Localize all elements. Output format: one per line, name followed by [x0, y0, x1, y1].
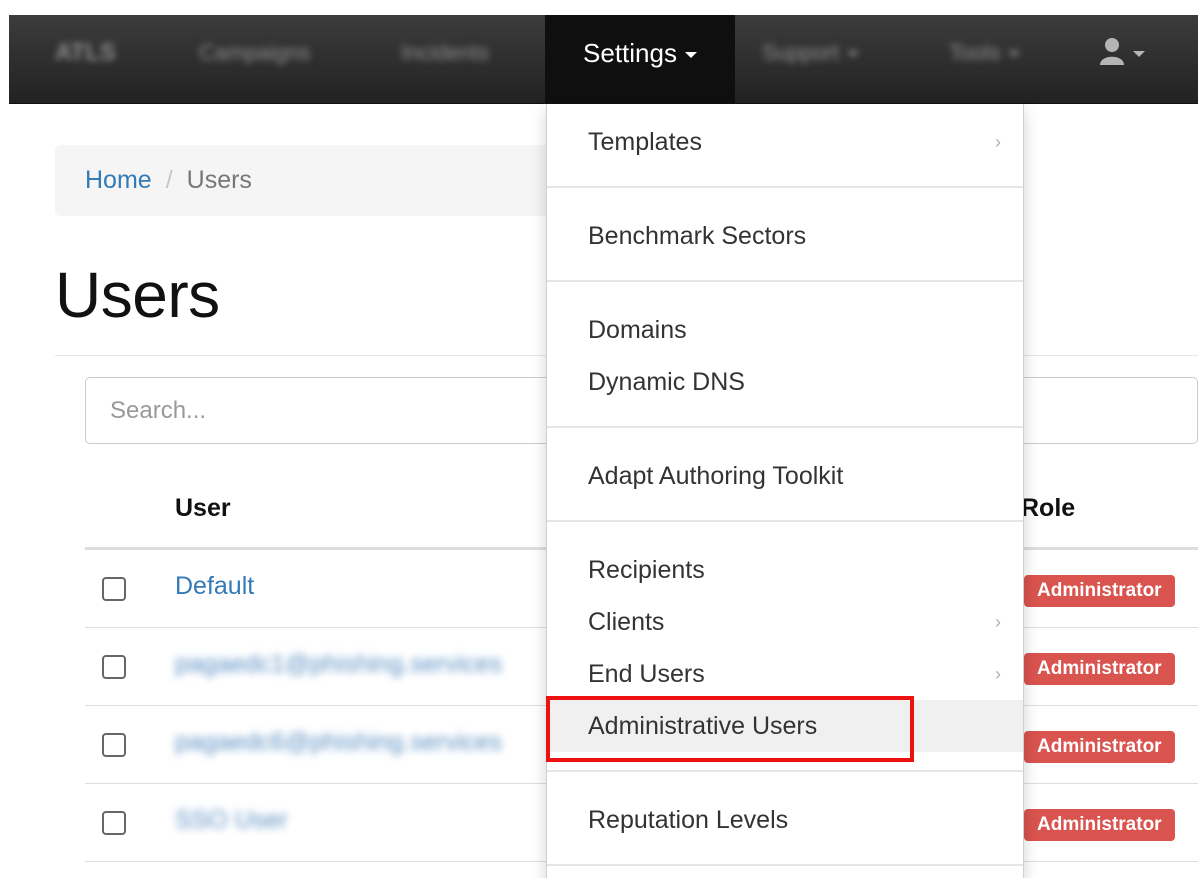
nav-settings-label: Settings: [583, 38, 677, 68]
menu-item-adapt-authoring-toolkit[interactable]: Adapt Authoring Toolkit: [547, 450, 1023, 502]
menu-item-reputation-levels[interactable]: Reputation Levels: [547, 794, 1023, 846]
menu-item-end-users[interactable]: End Users ›: [547, 648, 1023, 700]
row-checkbox[interactable]: [102, 811, 126, 835]
row-checkbox[interactable]: [102, 733, 126, 757]
menu-item-label: End Users: [588, 660, 705, 688]
menu-item-label: Templates: [588, 128, 702, 156]
nav-tools-label: Tools: [949, 40, 1001, 65]
role-badge: Administrator: [1024, 653, 1175, 685]
user-link[interactable]: SSO User: [175, 806, 288, 835]
menu-item-clients[interactable]: Clients ›: [547, 596, 1023, 648]
menu-item-domains[interactable]: Domains: [547, 304, 1023, 356]
menu-item-dynamic-dns[interactable]: Dynamic DNS: [547, 356, 1023, 408]
caret-down-icon: [1008, 51, 1021, 58]
caret-down-icon: [684, 52, 697, 59]
user-link[interactable]: pagaedc1@phishing.services: [175, 650, 502, 679]
user-icon: [1100, 38, 1124, 66]
top-navbar: ATLS Campaigns Incidents Settings Suppor…: [9, 15, 1198, 104]
brand-logo[interactable]: ATLS: [55, 15, 116, 104]
menu-divider: [547, 520, 1023, 522]
nav-settings-dropdown[interactable]: Settings: [545, 15, 735, 104]
row-checkbox[interactable]: [102, 655, 126, 679]
chevron-right-icon: ›: [995, 664, 1001, 684]
nav-incidents[interactable]: Incidents: [401, 15, 489, 104]
chevron-right-icon: ›: [995, 132, 1001, 152]
menu-item-label: Domains: [588, 316, 687, 344]
nav-support-label: Support: [762, 40, 840, 65]
caret-down-icon: [847, 51, 860, 58]
user-link[interactable]: Default: [175, 572, 254, 601]
role-badge: Administrator: [1024, 731, 1175, 763]
breadcrumb-home-link[interactable]: Home: [85, 166, 152, 194]
menu-item-templates[interactable]: Templates ›: [547, 116, 1023, 168]
menu-item-label: Adapt Authoring Toolkit: [588, 462, 844, 490]
nav-campaigns[interactable]: Campaigns: [199, 15, 310, 104]
column-header-user[interactable]: User: [175, 494, 231, 523]
column-header-role[interactable]: Role: [1021, 494, 1075, 523]
highlight-annotation: [546, 696, 914, 762]
caret-down-icon: [1133, 51, 1145, 58]
nav-tools[interactable]: Tools: [949, 15, 1021, 104]
user-link[interactable]: pagaedc6@phishing.services: [175, 728, 502, 757]
menu-item-label: Recipients: [588, 556, 705, 584]
menu-item-label: Dynamic DNS: [588, 368, 745, 396]
menu-item-label: Reputation Levels: [588, 806, 789, 834]
menu-item-benchmark-sectors[interactable]: Benchmark Sectors: [547, 210, 1023, 262]
menu-divider: [547, 280, 1023, 282]
page-title: Users: [55, 259, 220, 331]
menu-divider: [547, 770, 1023, 772]
row-checkbox[interactable]: [102, 577, 126, 601]
role-badge: Administrator: [1024, 809, 1175, 841]
chevron-right-icon: ›: [995, 612, 1001, 632]
role-badge: Administrator: [1024, 575, 1175, 607]
menu-item-label: Benchmark Sectors: [588, 222, 807, 250]
app-frame: ATLS Campaigns Incidents Settings Suppor…: [0, 0, 1198, 878]
breadcrumb-current: Users: [186, 166, 252, 194]
menu-item-label: Clients: [588, 608, 665, 636]
menu-item-recipients[interactable]: Recipients: [547, 544, 1023, 596]
user-menu[interactable]: [1099, 15, 1145, 104]
menu-divider: [547, 186, 1023, 188]
menu-divider: [547, 426, 1023, 428]
breadcrumb-separator: /: [165, 166, 173, 194]
nav-support[interactable]: Support: [762, 15, 860, 104]
menu-divider: [547, 864, 1023, 866]
